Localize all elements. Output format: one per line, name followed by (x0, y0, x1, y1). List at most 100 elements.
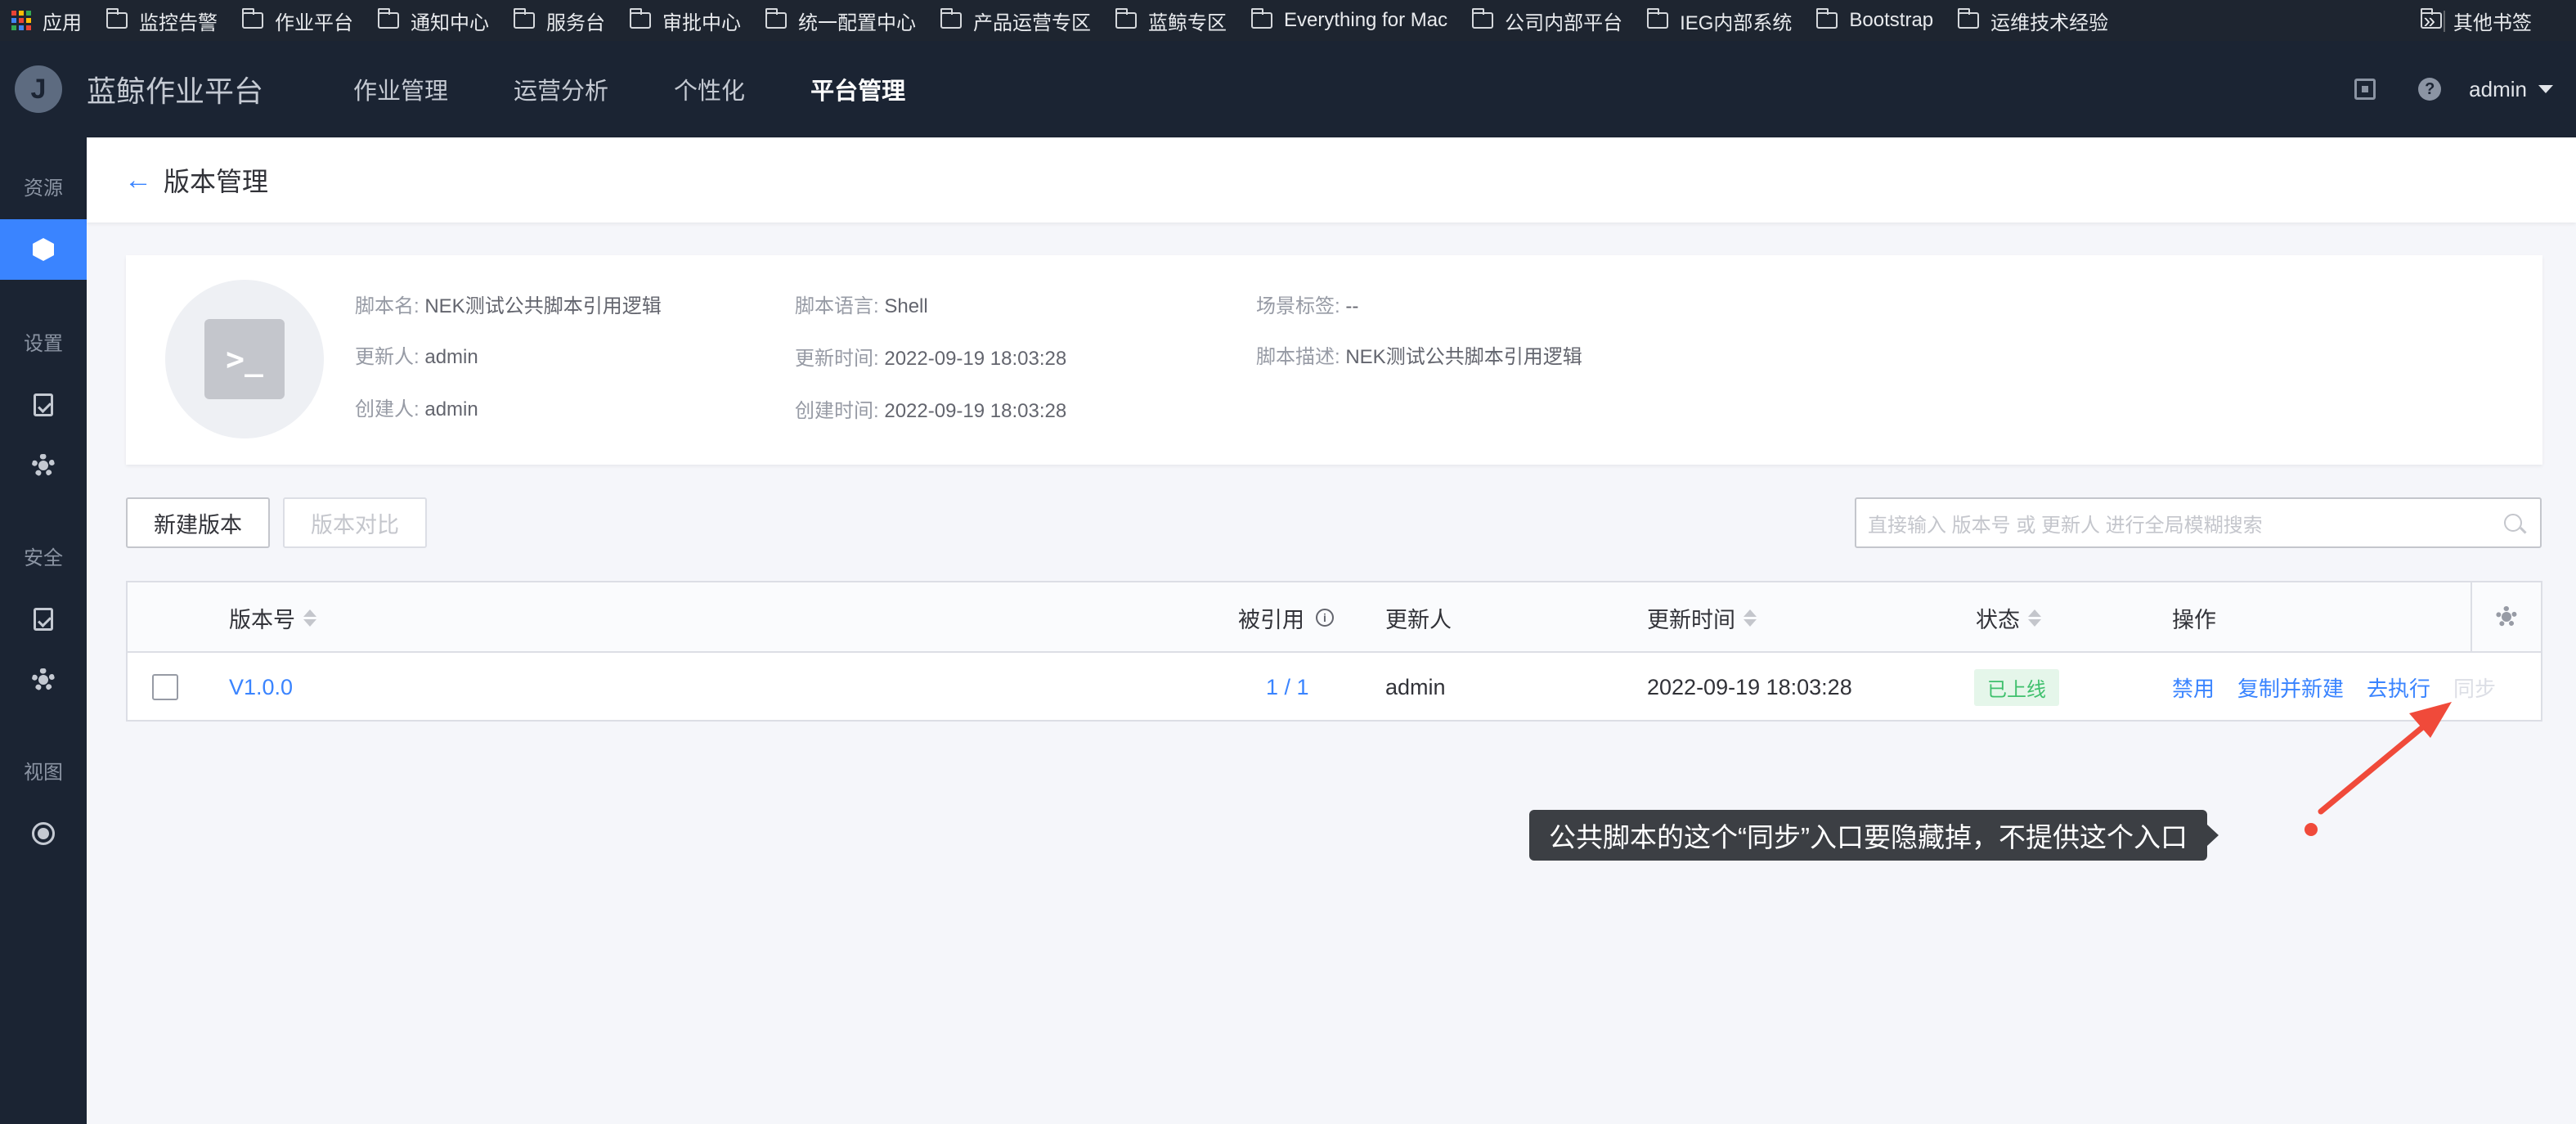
table-row: V1.0.0 1 / 1 admin 2022-09-19 18:03:28 已… (128, 653, 2541, 722)
bookmark-item[interactable]: 监控告警 (105, 7, 218, 35)
execute-action[interactable]: 去执行 (2367, 653, 2430, 722)
gear-icon (32, 454, 55, 477)
sidebar-item-view[interactable] (0, 803, 87, 864)
sidebar-item-settings-doc[interactable] (0, 375, 87, 435)
column-refs: 被引用 i (1238, 582, 1334, 653)
column-status[interactable]: 状态 (1976, 582, 2041, 653)
script-updater-field: 更新人: admin (355, 340, 478, 369)
field-label: 创建时间: (795, 400, 879, 422)
info-icon[interactable]: i (1316, 609, 1334, 627)
copy-and-create-action[interactable]: 复制并新建 (2237, 653, 2344, 722)
bookmark-item[interactable]: Everything for Mac (1250, 8, 1447, 32)
version-table: 版本号 被引用 i 更新人 更新时间 状态 操作 V1.0.0 1 / 1 ad… (126, 581, 2542, 722)
field-value: NEK测试公共脚本引用逻辑 (424, 295, 662, 317)
app-brand-title[interactable]: 蓝鲸作业平台 (87, 68, 263, 110)
nav-item-platform-management[interactable]: 平台管理 (810, 72, 905, 106)
search-icon[interactable] (2504, 514, 2522, 532)
script-info-card: >_ 脚本名: NEK测试公共脚本引用逻辑 更新人: admin 创建人: ad… (126, 255, 2542, 465)
gear-icon (2496, 606, 2517, 627)
field-label: 更新时间: (795, 348, 879, 370)
back-arrow-icon[interactable]: ← (124, 164, 152, 196)
page-header: ← 版本管理 (87, 137, 2576, 223)
folder-icon (2420, 8, 2442, 29)
version-link[interactable]: V1.0.0 (229, 653, 293, 722)
view-icon (32, 822, 55, 845)
status-cell: 已上线 (1974, 653, 2059, 722)
bookmark-item[interactable]: IEG内部系统 (1646, 7, 1793, 35)
column-update-time[interactable]: 更新时间 (1647, 582, 1757, 653)
bookmark-item[interactable]: 公司内部平台 (1471, 7, 1623, 35)
column-actions: 操作 (2172, 607, 2216, 632)
bookmark-other[interactable]: 其他书签 (2420, 0, 2532, 41)
bookmark-item[interactable]: 统一配置中心 (765, 7, 916, 35)
row-checkbox-cell (152, 653, 178, 722)
sort-icon[interactable] (2028, 609, 2041, 627)
user-menu[interactable]: admin (2469, 77, 2553, 102)
sidebar-item-security-gear[interactable] (0, 650, 87, 710)
updater-cell: admin (1385, 674, 1446, 699)
folder-icon (513, 8, 535, 29)
help-icon[interactable]: ? (2418, 78, 2442, 101)
column-label: 更新时间 (1647, 607, 1735, 632)
version-search-input[interactable]: 直接输入 版本号 或 更新人 进行全局模糊搜索 (1855, 497, 2542, 548)
nav-item-operation-analysis[interactable]: 运营分析 (514, 72, 608, 106)
top-navigation: J 蓝鲸作业平台 作业管理 运营分析 个性化 平台管理 ? admin (0, 41, 2576, 137)
screen-icon[interactable] (2354, 79, 2376, 100)
script-create-time-field: 创建时间: 2022-09-19 18:03:28 (795, 394, 1066, 423)
bookmark-label: 公司内部平台 (1505, 11, 1623, 34)
refs-link[interactable]: 1 / 1 (1266, 653, 1309, 722)
bookmark-apps[interactable]: 应用 (11, 7, 82, 35)
sidebar: 资源 设置 安全 视图 (0, 137, 87, 1124)
bookmark-item[interactable]: Bootstrap (1815, 8, 1934, 32)
script-tags-field: 场景标签: -- (1256, 290, 1358, 318)
script-name-field: 脚本名: NEK测试公共脚本引用逻辑 (355, 290, 662, 318)
sidebar-item-security-doc[interactable] (0, 589, 87, 650)
folder-icon (629, 8, 651, 29)
script-avatar: >_ (165, 280, 324, 438)
bookmark-label: Bootstrap (1849, 9, 1934, 31)
update-time-cell: 2022-09-19 18:03:28 (1647, 674, 1852, 699)
app-logo[interactable]: J (15, 65, 62, 113)
field-label: 创建人: (355, 398, 420, 420)
field-label: 场景标签: (1256, 295, 1340, 317)
table-header: 版本号 被引用 i 更新人 更新时间 状态 操作 (128, 582, 2541, 653)
folder-icon (377, 8, 399, 29)
sidebar-item-script[interactable] (0, 219, 87, 280)
bookmark-item[interactable]: 通知中心 (377, 7, 489, 35)
field-value: Shell (884, 295, 928, 317)
search-placeholder: 直接输入 版本号 或 更新人 进行全局模糊搜索 (1868, 514, 2263, 537)
sort-icon[interactable] (1744, 609, 1757, 627)
status-badge: 已上线 (1974, 668, 2059, 706)
bookmarks-bar: 应用 监控告警 作业平台 通知中心 服务台 审批中心 统一配置中心 产品运营专区… (0, 0, 2576, 41)
nav-item-personalization[interactable]: 个性化 (674, 72, 745, 106)
disable-action[interactable]: 禁用 (2172, 653, 2215, 722)
user-name: admin (2469, 76, 2527, 101)
bookmark-item[interactable]: 审批中心 (629, 7, 741, 35)
gear-icon (32, 668, 55, 691)
column-label: 状态 (1976, 607, 2020, 632)
column-version[interactable]: 版本号 (229, 582, 316, 653)
field-label: 脚本描述: (1256, 346, 1340, 368)
sync-action[interactable]: 同步 (2453, 653, 2496, 722)
bookmark-item[interactable]: 服务台 (513, 7, 605, 35)
sidebar-group-security: 安全 (24, 547, 63, 569)
caret-down-icon (2538, 85, 2553, 93)
nav-item-job-management[interactable]: 作业管理 (353, 72, 448, 106)
column-settings-button[interactable] (2471, 582, 2541, 651)
sidebar-item-settings-gear[interactable] (0, 435, 87, 496)
folder-icon (765, 8, 787, 29)
bookmark-item[interactable]: 运维技术经验 (1957, 7, 2108, 35)
bookmark-label: IEG内部系统 (1680, 11, 1793, 34)
bookmark-item[interactable]: 作业平台 (241, 7, 353, 35)
field-label: 脚本语言: (795, 295, 879, 317)
folder-icon (1646, 8, 1669, 29)
row-checkbox[interactable] (152, 674, 178, 700)
bookmark-item[interactable]: 产品运营专区 (940, 7, 1091, 35)
compare-versions-button[interactable]: 版本对比 (283, 497, 427, 548)
column-label: 被引用 (1238, 607, 1304, 632)
new-version-button[interactable]: 新建版本 (126, 497, 270, 548)
field-value: 2022-09-19 18:03:28 (884, 400, 1067, 422)
folder-icon (241, 8, 263, 29)
bookmark-item[interactable]: 蓝鲸专区 (1115, 7, 1227, 35)
sort-icon[interactable] (303, 609, 316, 627)
